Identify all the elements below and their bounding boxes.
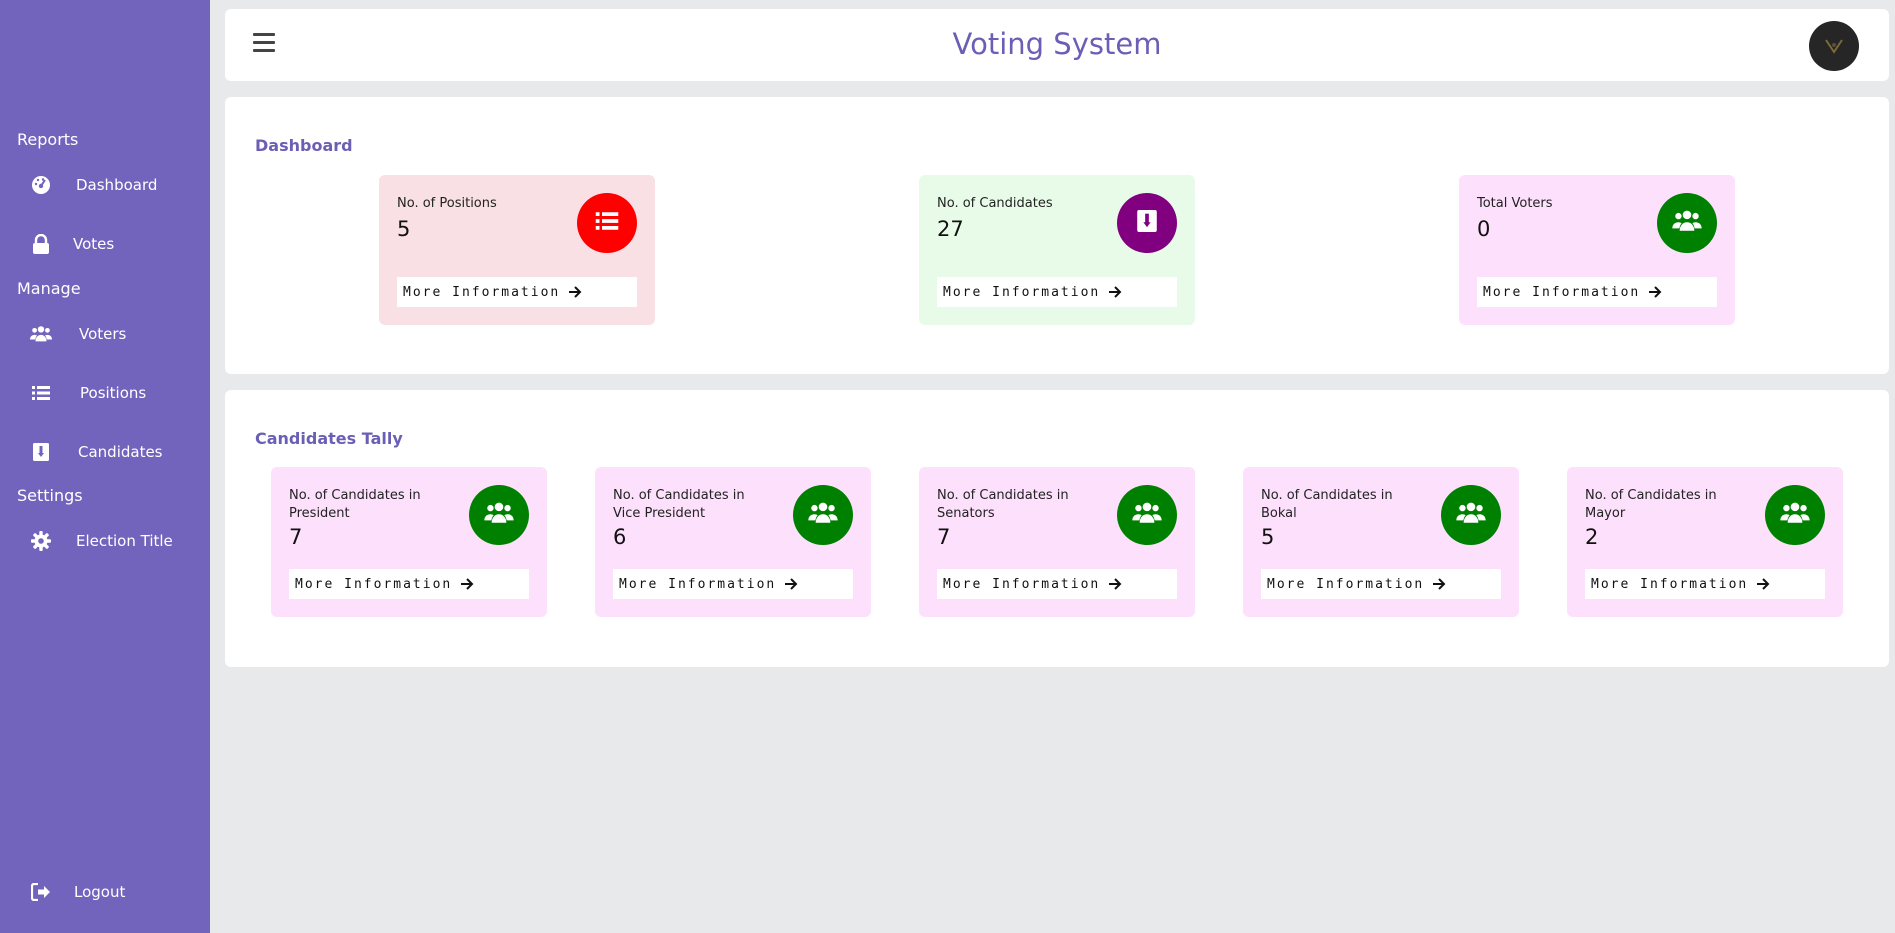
more-information-label: More Information xyxy=(943,576,1101,592)
sidebar-item-candidates[interactable]: Candidates xyxy=(30,434,163,470)
card-icon-circle xyxy=(1117,485,1177,545)
more-information-button[interactable]: More Information xyxy=(613,569,853,599)
card-value: 5 xyxy=(1261,525,1275,549)
card-label: Total Voters xyxy=(1477,196,1553,211)
users-icon xyxy=(1672,210,1702,236)
more-information-button[interactable]: More Information xyxy=(1261,569,1501,599)
card-label: No. of Candidates xyxy=(937,196,1053,211)
card-value: 7 xyxy=(937,525,951,549)
arrow-right-icon xyxy=(1108,578,1122,590)
card-label: No. of Candidates in Senators xyxy=(937,488,1069,521)
card-label: No. of Positions xyxy=(397,196,497,211)
ballot-icon xyxy=(1137,210,1157,236)
section-manage: Manage xyxy=(17,279,81,298)
more-information-button[interactable]: More Information xyxy=(397,277,637,307)
dashboard-title: Dashboard xyxy=(255,136,353,155)
tally-card-vice-president: No. of Candidates in Vice President 6 Mo… xyxy=(595,467,871,617)
sidebar-item-dashboard[interactable]: Dashboard xyxy=(30,167,157,203)
ballot-icon xyxy=(30,441,52,463)
card-value: 2 xyxy=(1585,525,1599,549)
card-icon-circle xyxy=(1441,485,1501,545)
sidebar-item-voters[interactable]: Voters xyxy=(30,316,126,352)
sidebar-item-label: Positions xyxy=(80,384,147,402)
more-information-label: More Information xyxy=(295,576,453,592)
users-icon xyxy=(1132,502,1162,528)
sidebar-item-label: Voters xyxy=(79,325,127,343)
tally-card-bokal: No. of Candidates in Bokal 5 More Inform… xyxy=(1243,467,1519,617)
logout-label: Logout xyxy=(74,883,126,901)
card-value: 6 xyxy=(613,525,627,549)
card-label: No. of Candidates in Bokal xyxy=(1261,488,1393,521)
card-icon-circle xyxy=(1657,193,1717,253)
tally-card-mayor: No. of Candidates in Mayor 2 More Inform… xyxy=(1567,467,1843,617)
section-reports: Reports xyxy=(17,130,79,149)
more-information-button[interactable]: More Information xyxy=(1477,277,1717,307)
tally-card-president: No. of Candidates in President 7 More In… xyxy=(271,467,547,617)
arrow-right-icon xyxy=(1432,578,1446,590)
tally-title: Candidates Tally xyxy=(255,429,403,448)
users-icon xyxy=(30,323,52,345)
card-value: 27 xyxy=(937,217,964,241)
more-information-label: More Information xyxy=(1267,576,1425,592)
card-value: 5 xyxy=(397,217,411,241)
logout-icon xyxy=(30,881,52,903)
top-bar: Voting System xyxy=(225,9,1889,81)
sidebar-item-votes[interactable]: Votes xyxy=(30,226,114,262)
positions-card: No. of Positions 5 More Information xyxy=(379,175,655,325)
dashboard-panel: Dashboard No. of Positions 5 More Inform… xyxy=(225,97,1889,374)
card-icon-circle xyxy=(1117,193,1177,253)
sidebar-item-positions[interactable]: Positions xyxy=(30,375,146,411)
sidebar-item-label: Votes xyxy=(73,235,115,253)
tally-card-senators: No. of Candidates in Senators 7 More Inf… xyxy=(919,467,1195,617)
users-icon xyxy=(808,502,838,528)
arrow-right-icon xyxy=(460,578,474,590)
arrow-right-icon xyxy=(568,286,582,298)
arrow-right-icon xyxy=(1756,578,1770,590)
more-information-button[interactable]: More Information xyxy=(1585,569,1825,599)
arrow-right-icon xyxy=(1648,286,1662,298)
avatar[interactable] xyxy=(1809,21,1859,71)
more-information-label: More Information xyxy=(619,576,777,592)
avatar-logo-icon xyxy=(1825,39,1843,54)
more-information-label: More Information xyxy=(1483,284,1641,300)
candidates-tally-panel: Candidates Tally No. of Candidates in Pr… xyxy=(225,390,1889,667)
more-information-label: More Information xyxy=(943,284,1101,300)
more-information-button[interactable]: More Information xyxy=(937,277,1177,307)
gear-icon xyxy=(30,530,52,552)
sidebar-item-label: Candidates xyxy=(78,443,163,461)
more-information-label: More Information xyxy=(1591,576,1749,592)
card-icon-circle xyxy=(793,485,853,545)
list-icon xyxy=(30,382,52,404)
dashboard-icon xyxy=(30,174,52,196)
card-value: 7 xyxy=(289,525,303,549)
card-icon-circle xyxy=(577,193,637,253)
users-icon xyxy=(1780,502,1810,528)
sidebar-item-label: Dashboard xyxy=(76,176,158,194)
more-information-label: More Information xyxy=(403,284,561,300)
card-label: No. of Candidates in Vice President xyxy=(613,488,745,521)
card-icon-circle xyxy=(469,485,529,545)
card-value: 0 xyxy=(1477,217,1491,241)
users-icon xyxy=(1456,502,1486,528)
total-voters-card: Total Voters 0 More Information xyxy=(1459,175,1735,325)
sidebar-item-label: Election Title xyxy=(76,532,173,550)
card-icon-circle xyxy=(1765,485,1825,545)
lock-icon xyxy=(30,233,52,255)
card-label: No. of Candidates in President xyxy=(289,488,421,521)
arrow-right-icon xyxy=(784,578,798,590)
candidates-card: No. of Candidates 27 More Information xyxy=(919,175,1195,325)
list-icon xyxy=(595,211,619,235)
section-settings: Settings xyxy=(17,486,83,505)
app-title: Voting System xyxy=(952,27,1162,61)
users-icon xyxy=(484,502,514,528)
more-information-button[interactable]: More Information xyxy=(289,569,529,599)
logout-button[interactable]: Logout xyxy=(30,874,125,910)
sidebar: Reports Dashboard Votes Manage Voters Po… xyxy=(0,0,210,933)
card-label: No. of Candidates in Mayor xyxy=(1585,488,1717,521)
sidebar-item-election-title[interactable]: Election Title xyxy=(30,523,173,559)
more-information-button[interactable]: More Information xyxy=(937,569,1177,599)
arrow-right-icon xyxy=(1108,286,1122,298)
